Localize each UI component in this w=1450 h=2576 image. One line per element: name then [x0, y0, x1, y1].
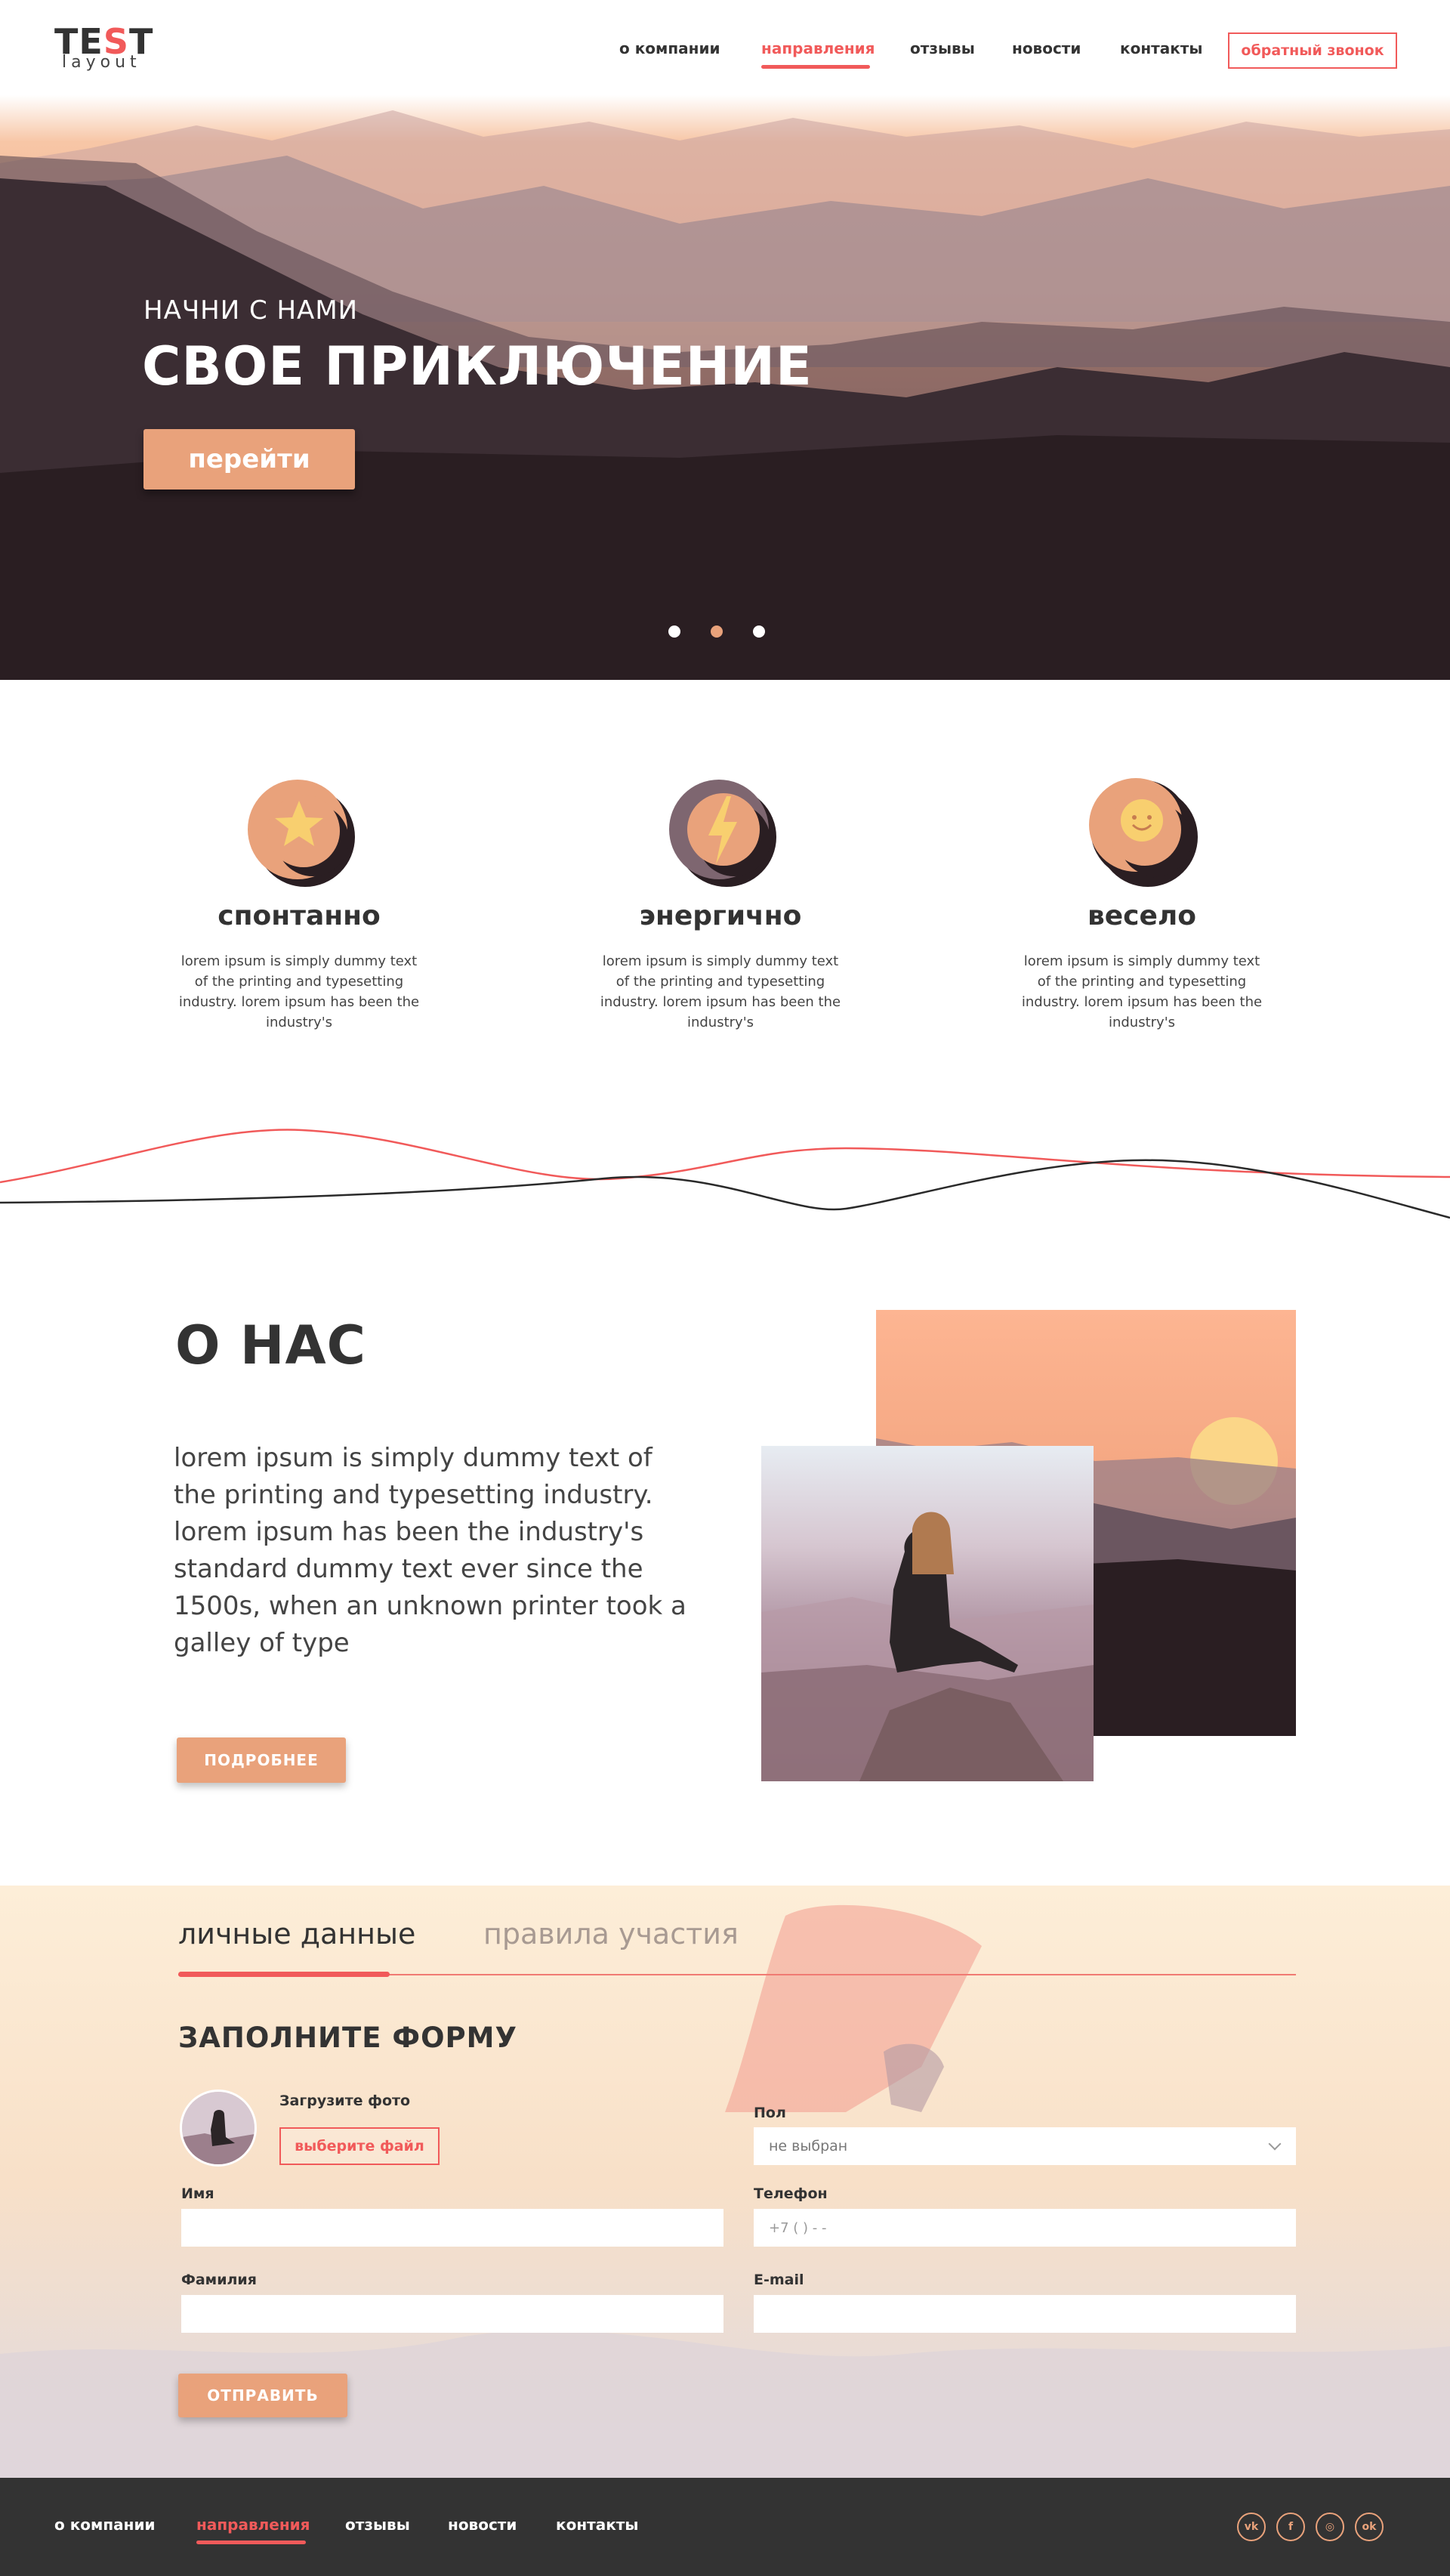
nav-active-underline	[761, 65, 870, 69]
form-title: ЗАПОЛНИТЕ ФОРМУ	[178, 2022, 518, 2054]
phone-label: Телефон	[754, 2185, 828, 2202]
gender-label: Пол	[754, 2105, 786, 2121]
footer-nav-directions[interactable]: направления	[196, 2516, 310, 2534]
name-label: Имя	[181, 2185, 214, 2202]
star-icon	[243, 775, 355, 887]
logo[interactable]: TEST layout	[54, 21, 153, 72]
name-input[interactable]	[181, 2209, 723, 2247]
lightning-icon	[665, 775, 776, 887]
decorative-waves	[0, 1129, 1450, 1219]
email-label: E-mail	[754, 2272, 804, 2288]
odnoklassniki-icon[interactable]: ok	[1355, 2513, 1384, 2541]
submit-button[interactable]: ОТПРАВИТЬ	[178, 2374, 347, 2417]
footer-nav-news[interactable]: новости	[448, 2516, 517, 2534]
site-header: TEST layout о компании направления отзыв…	[0, 0, 1450, 95]
feature-fun: весело lorem ipsum is simply dummy text …	[1006, 775, 1278, 1033]
feature-title: спонтанно	[218, 900, 381, 931]
vk-icon[interactable]: vk	[1237, 2513, 1266, 2541]
gender-select-value: не выбран	[769, 2138, 848, 2154]
feature-title: энергично	[639, 900, 802, 931]
footer-nav-contacts[interactable]: контакты	[556, 2516, 638, 2534]
choose-file-button[interactable]: выберите файл	[279, 2127, 440, 2165]
about-text: lorem ipsum is simply dummy text of the …	[174, 1443, 686, 1658]
nav-directions[interactable]: направления	[761, 39, 875, 57]
tab-active-underline	[178, 1972, 390, 1977]
more-button[interactable]: ПОДРОБНЕЕ	[177, 1737, 346, 1783]
nav-news[interactable]: новости	[1012, 39, 1081, 57]
smile-icon	[1086, 775, 1198, 887]
nav-reviews[interactable]: отзывы	[910, 39, 975, 57]
logo-subtitle: layout	[62, 53, 141, 72]
email-input[interactable]	[754, 2295, 1296, 2333]
girl-on-rock-photo	[761, 1446, 1094, 1781]
instagram-icon[interactable]: ◎	[1316, 2513, 1344, 2541]
feature-spontaneous: спонтанно lorem ipsum is simply dummy te…	[163, 775, 435, 1033]
upload-photo-label: Загрузите фото	[279, 2093, 411, 2109]
feature-energetic: энергично lorem ipsum is simply dummy te…	[585, 775, 856, 1033]
phone-input[interactable]: +7 ( ) - -	[754, 2209, 1296, 2247]
feature-title: весело	[1087, 900, 1197, 931]
tab-personal-data[interactable]: личные данные	[178, 1917, 415, 1951]
nav-about[interactable]: о компании	[619, 39, 720, 57]
surname-input[interactable]	[181, 2295, 723, 2333]
slider-dot-3[interactable]	[753, 625, 765, 638]
tab-rules[interactable]: правила участия	[483, 1917, 739, 1951]
hero-slider: НАЧНИ С НАМИ СВОЕ ПРИКЛЮЧЕНИЕ перейти	[0, 95, 1450, 680]
slider-dot-1[interactable]	[668, 625, 680, 638]
feature-text: lorem ipsum is simply dummy text of the …	[1021, 953, 1263, 1030]
surname-label: Фамилия	[181, 2272, 257, 2288]
feature-text: lorem ipsum is simply dummy text of the …	[178, 953, 420, 1030]
chevron-down-icon	[1268, 2137, 1282, 2151]
footer-nav-about[interactable]: о компании	[54, 2516, 156, 2534]
footer-nav-reviews[interactable]: отзывы	[345, 2516, 410, 2534]
feature-text: lorem ipsum is simply dummy text of the …	[600, 953, 841, 1030]
slider-dot-2[interactable]	[711, 625, 723, 638]
hero-go-button[interactable]: перейти	[143, 429, 355, 490]
site-footer: о компании направления отзывы новости ко…	[0, 2478, 1450, 2576]
hero-title: СВОЕ ПРИКЛЮЧЕНИЕ	[142, 335, 813, 397]
about-title: О НАС	[175, 1314, 367, 1376]
callback-button[interactable]: обратный звонок	[1228, 32, 1397, 69]
avatar	[180, 2090, 257, 2167]
footer-active-underline	[196, 2540, 306, 2544]
facebook-icon[interactable]: f	[1276, 2513, 1305, 2541]
nav-contacts[interactable]: контакты	[1120, 39, 1202, 57]
hero-kicker: НАЧНИ С НАМИ	[143, 295, 359, 326]
gender-select[interactable]: не выбран	[754, 2127, 1296, 2165]
